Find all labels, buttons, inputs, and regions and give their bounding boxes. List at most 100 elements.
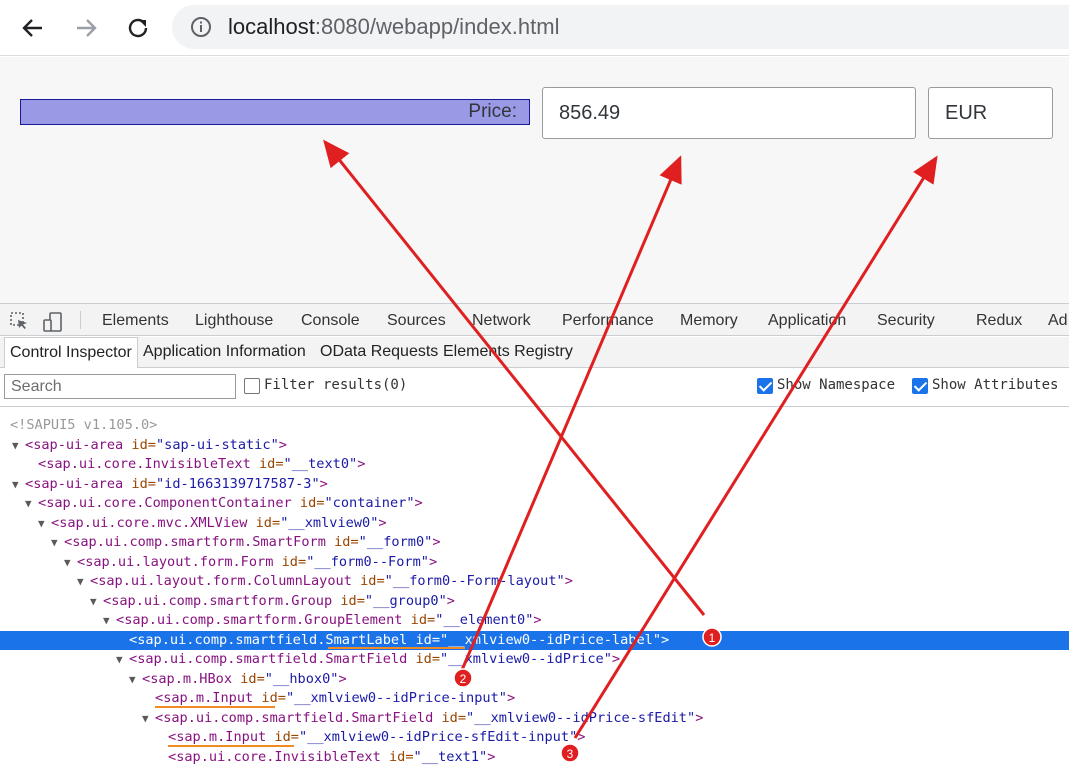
tree-node-id: __form0--Form [314,553,421,570]
attr-name: id= [266,729,299,745]
tree-node-id: __xmlview0--idPrice [448,651,604,667]
quote: " [384,573,393,589]
tree-row[interactable]: ▼ <sap.m.HBox id="__hbox0"> [0,670,1069,690]
expand-toggle-icon[interactable]: ▼ [77,572,90,592]
filter-results-checkbox[interactable] [244,378,260,394]
tree-row[interactable]: ▼ <sap.ui.comp.smartfield.SmartField id="… [0,709,1069,729]
tree-row[interactable]: <sap.ui.core.InvisibleText id="__text1"> [0,748,1069,768]
show-namespace-checkbox[interactable] [757,378,773,394]
tree-row[interactable]: ▼ <sap.ui.layout.form.ColumnLayout id="__… [0,572,1069,592]
price-input[interactable]: 856.49 [542,87,916,139]
attr-name: id= [402,612,436,628]
expand-toggle-icon[interactable]: ▼ [51,533,64,553]
expand-toggle-icon[interactable]: ▼ [142,709,155,729]
tree-row[interactable]: ▼ <sap-ui-area id="sap-ui-static"> [0,436,1069,456]
tree-node-id: __xmlview0--idPrice-sfEdit [474,709,687,726]
tree-node-tag: sap-ui-area [33,436,124,453]
app-area: Price: 856.49 EUR [0,57,1069,303]
quote: " [687,709,696,726]
reload-button[interactable] [122,12,154,44]
tab-memory[interactable]: Memory [680,312,738,330]
tab-redux[interactable]: Redux [976,312,1022,330]
tree-row[interactable]: ▼ <sap.ui.core.ComponentContainer id="con… [0,494,1069,514]
control-tree: <!SAPUI5 v1.105.0> ▼ <sap-ui-area id="sap… [0,407,1069,775]
device-toolbar-icon[interactable] [42,311,64,333]
quote: " [420,553,429,570]
expand-toggle-icon[interactable]: ▼ [90,592,103,612]
expand-toggle-icon[interactable]: ▼ [129,670,142,690]
tab-control-inspector[interactable]: Control Inspector [4,337,138,368]
tab-elements-registry[interactable]: Elements Registry [438,337,578,368]
tree-node-tag: sap.ui.core.mvc.XMLView [59,514,248,531]
tree-row[interactable]: ▼ <sap.ui.comp.smartfield.SmartField id="… [0,650,1069,670]
tab-security[interactable]: Security [877,312,935,330]
tag-open: < [38,456,47,472]
tag-open: < [116,612,125,628]
tree-row[interactable]: <sap.ui.core.InvisibleText id="__text0"> [0,455,1069,475]
expand-toggle-icon[interactable]: ▼ [64,553,77,573]
tab-elements[interactable]: Elements [102,312,169,330]
attr-name: id= [253,690,286,706]
attr-name: id= [325,534,359,550]
info-icon[interactable] [190,16,212,38]
tab-lighthouse[interactable]: Lighthouse [195,312,273,330]
tab-overflow[interactable]: Ad [1048,312,1068,330]
tag-close: > [428,553,438,570]
tab-application[interactable]: Application [768,312,846,330]
expand-toggle-icon[interactable]: ▼ [25,494,38,514]
quote: " [285,690,295,706]
tag-close: > [611,651,621,667]
tree-row[interactable]: ▼ <sap-ui-area id="id-1663139717587-3"> [0,475,1069,495]
attr-name: id= [123,436,156,453]
tag-open: < [77,553,86,570]
forward-button[interactable] [70,12,102,44]
attr-name: id= [407,651,441,667]
quote: " [349,456,358,472]
tab-performance[interactable]: Performance [562,312,654,330]
browser-toolbar: localhost:8080/webapp/index.html [0,0,1069,56]
tag-open: < [90,573,99,589]
tab-network[interactable]: Network [472,312,531,330]
expand-toggle-icon[interactable]: ▼ [12,475,25,495]
tree-node-id: __form0--Form-layout [392,573,557,589]
tree-row[interactable]: ▼ <sap.ui.comp.smartform.GroupElement id=… [0,611,1069,631]
attr-name: id= [351,573,385,589]
tag-open: < [25,436,34,453]
tab-separator [80,311,81,329]
tag-open: < [155,709,164,726]
tree-node-id: container [332,495,407,511]
show-attributes-checkbox[interactable] [912,378,928,394]
tree-row[interactable]: ▼ <sap.ui.layout.form.Form id= "__form0--F… [0,553,1069,573]
tree-row[interactable]: ▼ <sap.ui.core.mvc.XMLView id="__xmlview0… [0,514,1069,534]
tree-node-id: __group0 [373,592,439,609]
show-attributes-label: Show Attributes [932,377,1059,393]
tab-console[interactable]: Console [301,312,360,330]
tab-sources[interactable]: Sources [387,312,446,330]
tree-node-tag: sap-ui-area [33,475,124,492]
tree-row[interactable]: <sap.ui.comp.smartfield.SmartLabel id="_… [0,630,1069,650]
tree-row[interactable]: ▼ <sap.ui.comp.smartform.Group id="__grou… [0,592,1069,612]
currency-input[interactable]: EUR [928,87,1053,139]
search-input[interactable] [4,374,236,399]
tab-application-information[interactable]: Application Information [138,337,311,368]
tree-node-id: __text0 [291,456,350,472]
tree-row[interactable]: <sap.m.Input id="__xmlview0--idPrice-sfE… [0,728,1069,748]
quote: " [556,573,565,589]
back-button[interactable] [17,12,49,44]
expand-toggle-icon[interactable]: ▼ [38,514,51,534]
expand-toggle-icon[interactable]: ▼ [103,611,116,631]
url-path: :8080/webapp/index.html [314,14,560,39]
tag-open: < [129,631,138,648]
quote: " [498,690,507,706]
quote: " [413,748,422,765]
inspect-icon[interactable] [9,311,29,331]
quote: " [283,456,292,472]
expand-toggle-icon[interactable]: ▼ [116,650,129,670]
tree-node-id: sap-ui-static [164,436,271,453]
tab-odata-requests[interactable]: OData Requests [315,337,443,368]
tree-row[interactable]: <sap.m.Input id="__xmlview0--idPrice-inp… [0,689,1069,709]
attr-name: id= [273,553,307,570]
address-bar[interactable]: localhost:8080/webapp/index.html [172,5,1069,49]
expand-toggle-icon[interactable]: ▼ [12,436,25,456]
tree-row[interactable]: ▼ <sap.ui.comp.smartform.SmartForm id="__… [0,533,1069,553]
